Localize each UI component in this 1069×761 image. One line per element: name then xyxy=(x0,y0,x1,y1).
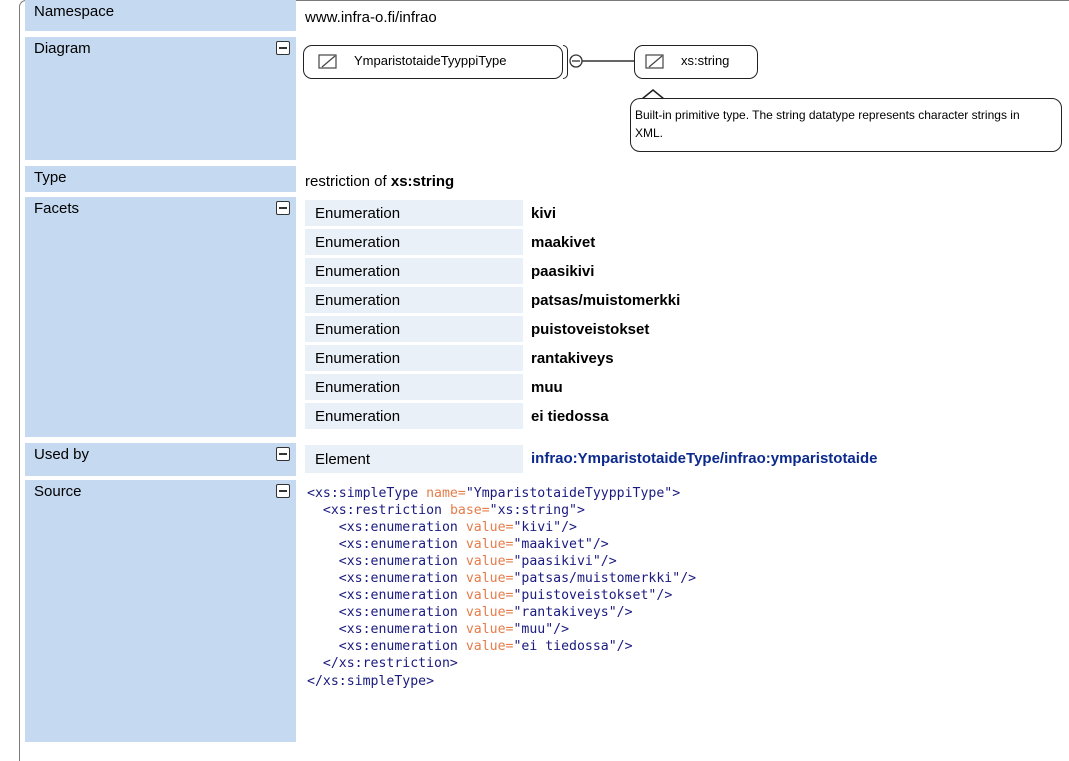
type-node[interactable]: YmparistotaideTyyppiType xyxy=(303,45,563,79)
facets-label: Facets xyxy=(34,200,80,217)
facet-value: paasikivi xyxy=(531,263,595,280)
type-prefix: restriction of xyxy=(305,173,391,190)
facet-value: maakivet xyxy=(531,234,596,251)
facet-key: Enumeration xyxy=(315,321,401,338)
facet-row: Enumeration paasikivi xyxy=(305,258,985,285)
source-code: <xs:simpleType name="YmparistotaideTyypp… xyxy=(307,486,697,689)
facet-key: Enumeration xyxy=(315,205,401,222)
usedby-collapse-icon[interactable] xyxy=(276,447,290,461)
namespace-label: Namespace xyxy=(34,3,115,20)
facet-value: ei tiedossa xyxy=(531,408,609,425)
facet-value: muu xyxy=(531,379,563,396)
simple-type-icon xyxy=(318,54,337,69)
type-value: restriction of xs:string xyxy=(305,173,454,190)
facet-row: Enumeration ei tiedossa xyxy=(305,403,985,430)
usedby-label: Used by xyxy=(34,446,90,463)
facet-key: Enumeration xyxy=(315,234,401,251)
sequence-connector-icon xyxy=(569,54,634,68)
base-type-node-label: xs:string xyxy=(681,53,730,68)
tooltip-text: Built-in primitive type. The string data… xyxy=(635,108,1020,140)
facet-value: patsas/muistomerkki xyxy=(531,292,681,309)
source-collapse-icon[interactable] xyxy=(276,484,290,498)
diagram-label: Diagram xyxy=(34,40,91,57)
facet-row: Enumeration muu xyxy=(305,374,985,401)
type-label: Type xyxy=(34,169,67,186)
facet-value: kivi xyxy=(531,205,557,222)
usedby-element-link[interactable]: infrao:YmparistotaideType/infrao:ymparis… xyxy=(531,450,877,467)
primitive-type-icon xyxy=(645,54,664,69)
usedby-kind-cell: Element xyxy=(305,445,523,473)
type-label-cell: Type xyxy=(25,166,296,192)
diagram-collapse-icon[interactable] xyxy=(276,41,290,55)
source-label-cell: Source xyxy=(25,480,296,742)
namespace-label-cell: Namespace xyxy=(25,0,296,31)
base-type-tooltip: Built-in primitive type. The string data… xyxy=(630,98,1062,152)
facets-collapse-icon[interactable] xyxy=(276,201,290,215)
facet-row: Enumeration rantakiveys xyxy=(305,345,985,372)
facet-key: Enumeration xyxy=(315,292,401,309)
facet-row: Enumeration puistoveistokset xyxy=(305,316,985,343)
base-type-node[interactable]: xs:string xyxy=(634,45,758,79)
facet-key: Enumeration xyxy=(315,263,401,280)
facet-key: Enumeration xyxy=(315,408,401,425)
facets-label-cell: Facets xyxy=(25,197,296,437)
namespace-value: www.infra-o.fi/infrao xyxy=(305,9,437,26)
usedby-kind: Element xyxy=(315,451,371,468)
facet-row: Enumeration patsas/muistomerkki xyxy=(305,287,985,314)
facet-value: puistoveistokset xyxy=(531,321,650,338)
type-base: xs:string xyxy=(390,173,455,190)
facet-key: Enumeration xyxy=(315,350,401,367)
facet-key: Enumeration xyxy=(315,379,401,396)
diagram-label-cell: Diagram xyxy=(25,37,296,160)
facet-value: rantakiveys xyxy=(531,350,614,367)
type-node-label: YmparistotaideTyyppiType xyxy=(354,53,507,68)
usedby-label-cell: Used by xyxy=(25,443,296,476)
facet-row: Enumeration kivi xyxy=(305,200,985,227)
source-label: Source xyxy=(34,483,82,500)
facet-row: Enumeration maakivet xyxy=(305,229,985,256)
